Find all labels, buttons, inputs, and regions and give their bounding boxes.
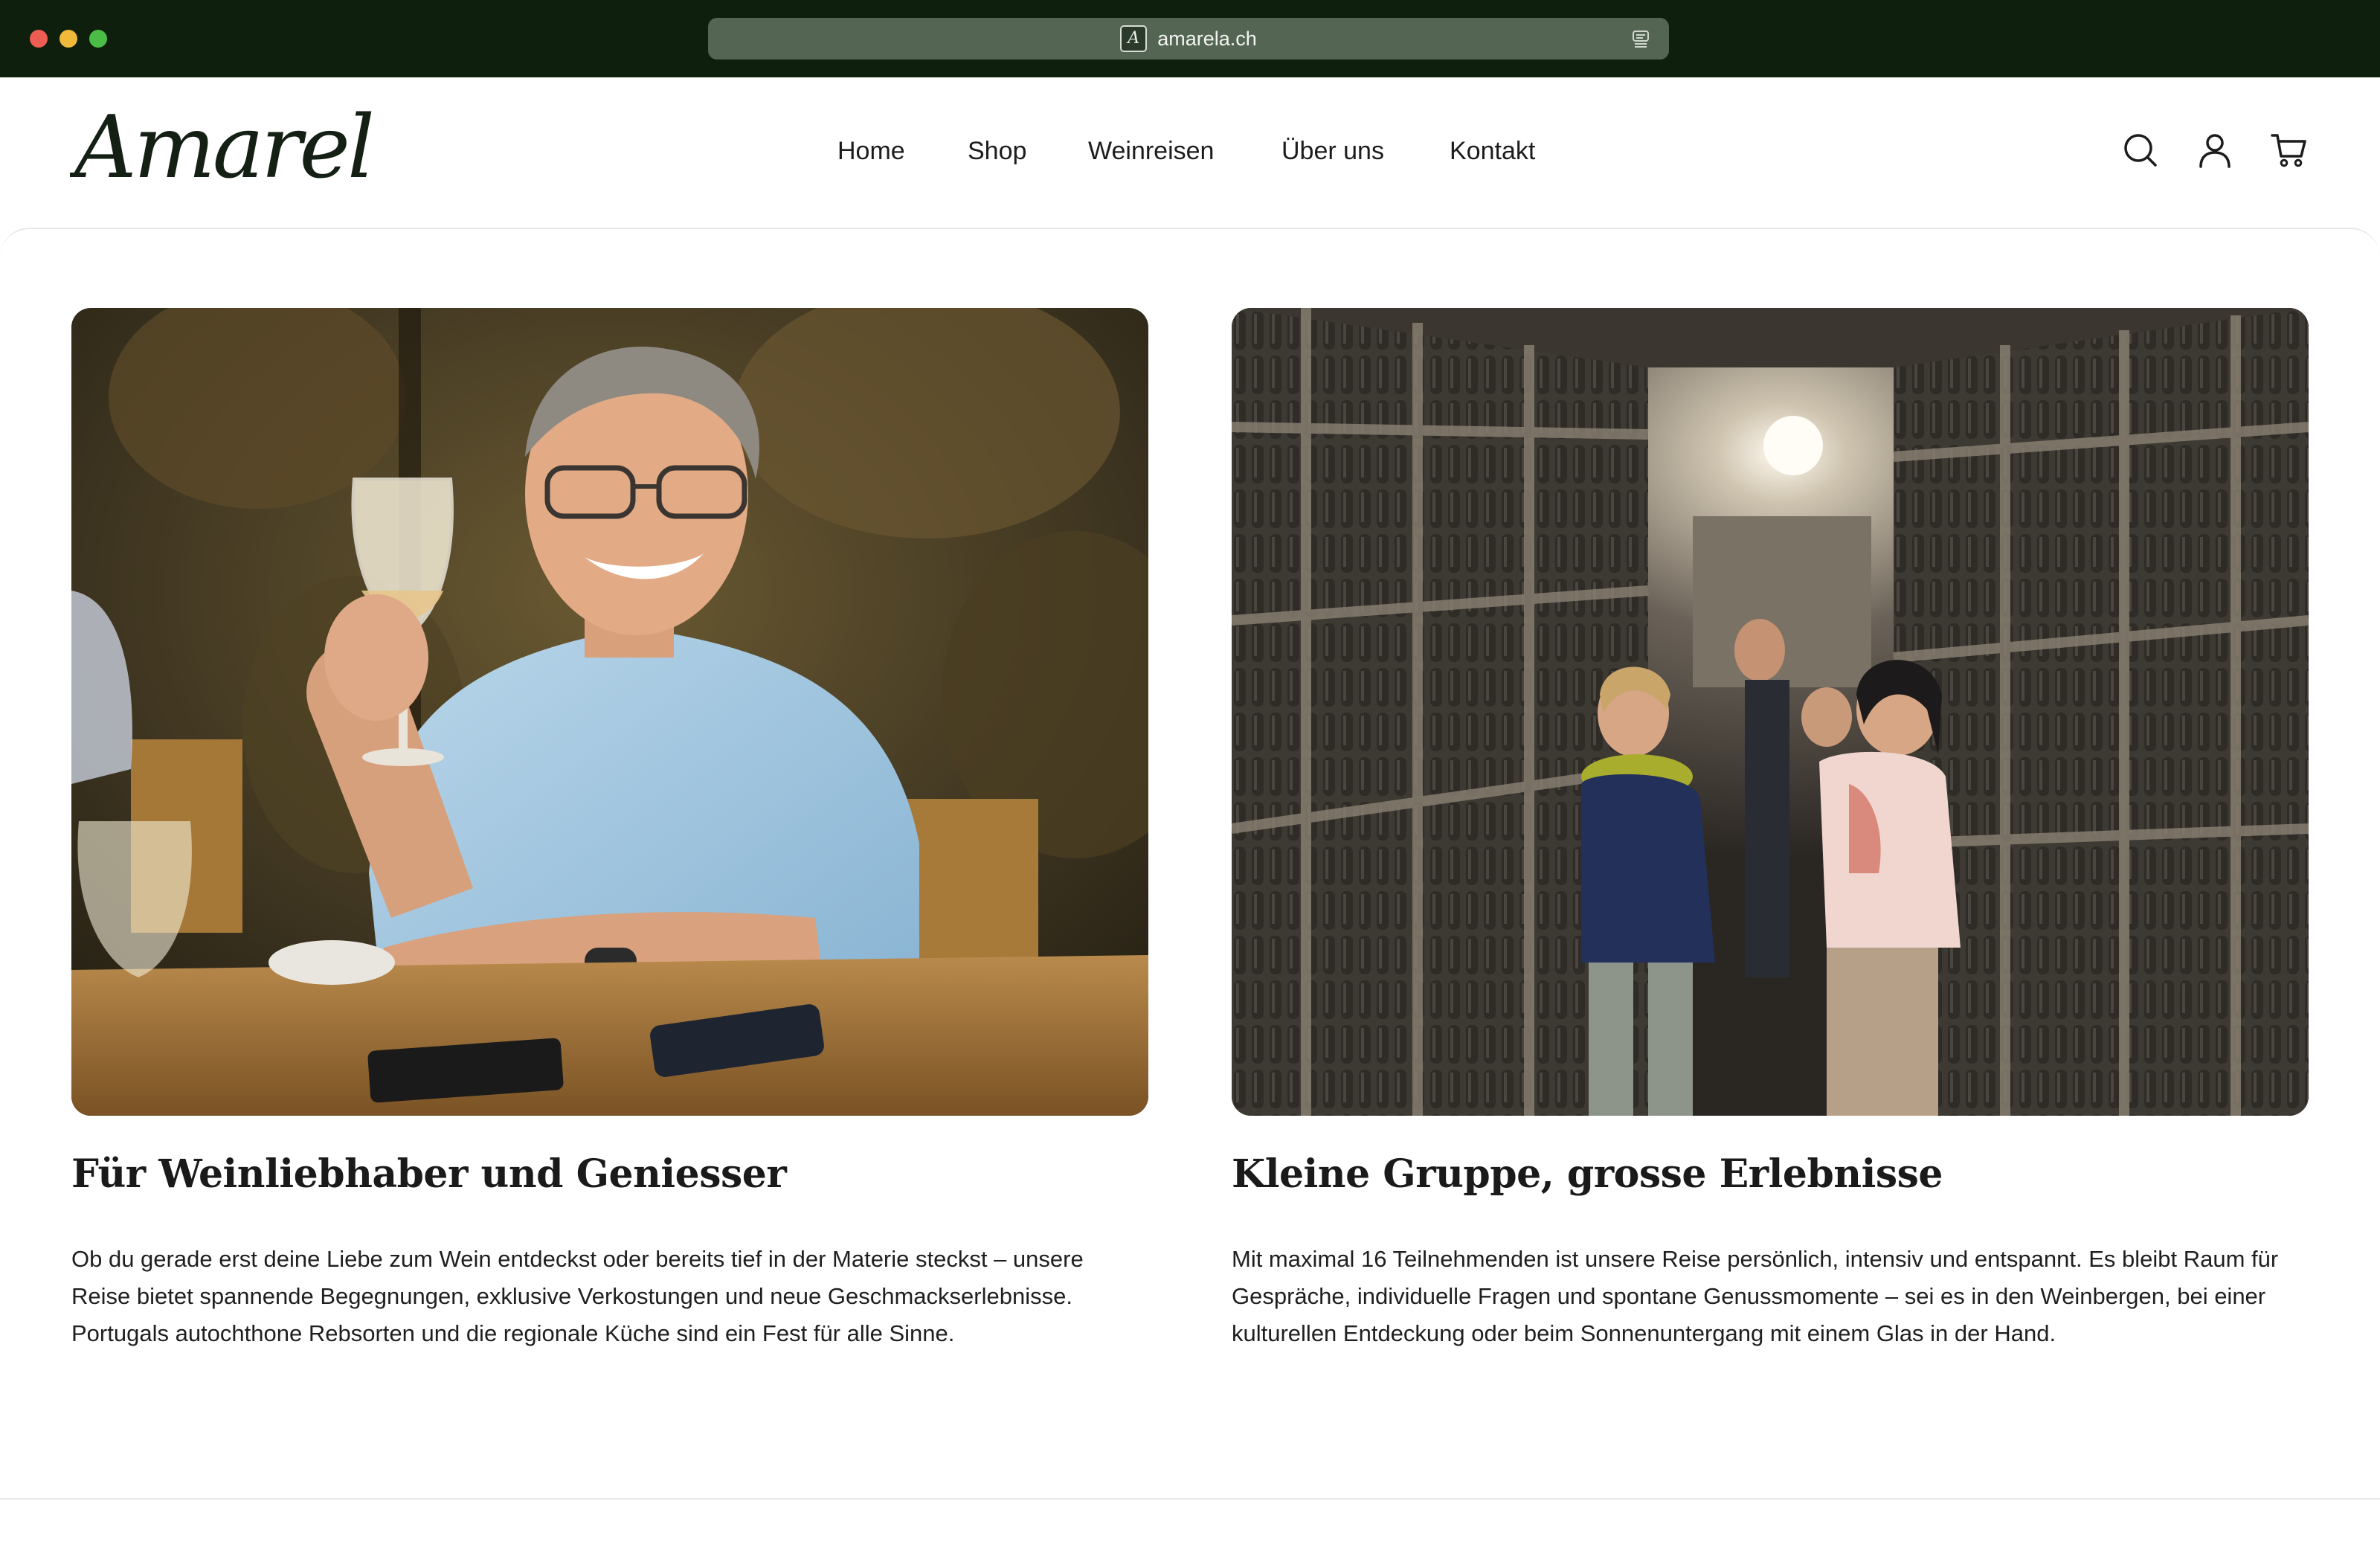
card-image-right [1232, 308, 2309, 1116]
site-favicon-icon: A [1120, 25, 1148, 52]
address-bar[interactable]: A amarela.ch [708, 18, 1669, 60]
nav-link-shop[interactable]: Shop [968, 137, 1026, 166]
nav-link-weinreisen[interactable]: Weinreisen [1088, 137, 1214, 166]
man-raising-wine-glass-photo [71, 308, 1148, 1116]
nav-link-home[interactable]: Home [837, 137, 905, 166]
close-window-button[interactable] [30, 30, 48, 48]
card-body-right: Mit maximal 16 Teilnehmenden ist unsere … [1232, 1246, 2279, 1346]
card-image-left [71, 308, 1148, 1116]
group-in-wine-cellar-photo [1232, 308, 2309, 1116]
reader-mode-icon[interactable] [1630, 28, 1651, 49]
card-title-left: Für Weinliebhaber und Geniesser [71, 1151, 787, 1197]
maximize-window-button[interactable] [89, 30, 107, 48]
address-bar-url: amarela.ch [1157, 27, 1257, 50]
browser-chrome: A amarela.ch [0, 0, 2380, 77]
site-logo[interactable]: Amarela [70, 101, 375, 205]
nav-link-ueber-uns[interactable]: Über uns [1281, 137, 1384, 166]
account-icon[interactable] [2196, 131, 2234, 170]
nav-link-kontakt[interactable]: Kontakt [1450, 137, 1535, 166]
search-icon[interactable] [2121, 131, 2160, 170]
card-body-left: Ob du gerade erst deine Liebe zum Wein e… [71, 1246, 1084, 1346]
card-title-right: Kleine Gruppe, grosse Erlebnisse [1232, 1151, 1943, 1197]
cart-icon[interactable] [2270, 131, 2309, 170]
logo-text: Amarela [70, 101, 375, 198]
minimize-window-button[interactable] [60, 30, 77, 48]
